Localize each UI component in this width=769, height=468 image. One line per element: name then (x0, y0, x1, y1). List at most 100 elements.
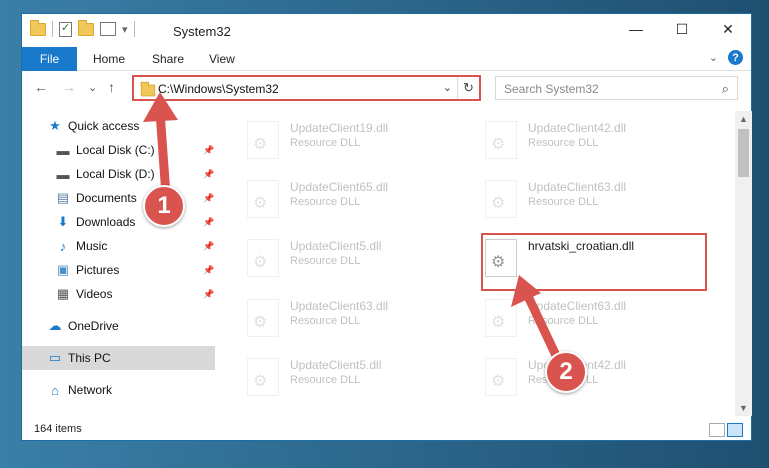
scroll-down-arrow-icon[interactable]: ▼ (735, 400, 752, 416)
qat-dropdown-icon[interactable]: ▾ (122, 23, 128, 36)
vertical-scrollbar[interactable]: ▲ ▼ (735, 111, 752, 416)
folder-icon (140, 81, 156, 97)
sidebar-item-quick-access[interactable]: ★ Quick access (22, 114, 215, 138)
pin-icon[interactable]: 📌 (203, 145, 214, 156)
music-icon: ♪ (59, 238, 67, 254)
folder-icon (30, 19, 46, 36)
sidebar-item-label: Downloads (76, 215, 136, 229)
navigation-pane: ★ Quick access ▬ Local Disk (C:) 📌 ▬ Loc… (22, 111, 215, 416)
scroll-thumb[interactable] (738, 129, 749, 177)
maximize-button[interactable]: ☐ (659, 14, 705, 44)
properties-check-icon[interactable] (59, 21, 72, 37)
pin-icon[interactable]: 📌 (203, 217, 214, 228)
sidebar-item-videos[interactable]: ▦ Videos 📌 (22, 282, 215, 306)
search-input[interactable]: Search System32 (504, 82, 599, 96)
pin-icon[interactable]: 📌 (203, 289, 214, 300)
scroll-up-arrow-icon[interactable]: ▲ (735, 111, 752, 127)
sidebar-item-local-disk-c[interactable]: ▬ Local Disk (C:) 📌 (22, 138, 215, 162)
back-button[interactable]: ← (34, 79, 48, 95)
videos-icon: ▦ (56, 286, 70, 301)
file-name: UpdateClient63.dll (528, 299, 627, 313)
pin-icon[interactable]: 📌 (203, 241, 214, 252)
documents-icon: ▤ (56, 190, 70, 205)
tab-share[interactable]: Share (152, 52, 184, 66)
file-item[interactable]: UpdateClient63.dll Resource DLL (237, 293, 457, 343)
file-type: Resource DLL (528, 196, 599, 208)
sidebar-item-label: Local Disk (D:) (76, 167, 155, 181)
file-type: Resource DLL (290, 374, 361, 386)
pictures-icon: ▣ (56, 262, 70, 277)
star-icon: ★ (49, 118, 61, 133)
expand-ribbon-icon[interactable]: ⌄ (709, 51, 718, 64)
pin-icon[interactable]: 📌 (203, 265, 214, 276)
title-bar: ▾ System32 — ☐ ✕ (22, 14, 751, 47)
status-bar: 164 items (22, 419, 751, 441)
tab-home[interactable]: Home (93, 52, 125, 66)
address-path[interactable]: C:\Windows\System32 (158, 82, 279, 96)
file-name: UpdateClient5.dll (290, 358, 382, 372)
dll-file-icon (485, 299, 517, 337)
drive-icon: ▬ (56, 142, 70, 158)
file-item[interactable]: UpdateClient19.dll Resource DLL (237, 115, 457, 165)
ribbon-tabs: File Home Share View ⌄ ? (22, 47, 751, 71)
window-title: System32 (173, 24, 231, 39)
large-icons-view-icon[interactable] (727, 423, 743, 437)
recent-locations-button[interactable]: ⌄ (88, 81, 97, 94)
sidebar-item-label: Documents (76, 191, 137, 205)
address-dropdown-icon[interactable]: ⌄ (443, 81, 452, 94)
help-icon[interactable]: ? (728, 50, 743, 65)
file-item[interactable]: UpdateClient65.dll Resource DLL (237, 174, 457, 224)
search-icon[interactable]: ⌕ (722, 81, 729, 97)
sidebar-item-onedrive[interactable]: ☁ OneDrive (22, 314, 215, 338)
dll-file-icon (247, 358, 279, 396)
up-button[interactable]: ↑ (108, 79, 115, 95)
file-item[interactable]: UpdateClient5.dll Resource DLL (237, 352, 457, 402)
window-controls: — ☐ ✕ (613, 14, 751, 44)
tab-file[interactable]: File (22, 47, 77, 71)
file-type: Resource DLL (528, 315, 599, 327)
pin-icon[interactable]: 📌 (203, 169, 214, 180)
item-count: 164 items (34, 423, 82, 435)
sidebar-item-this-pc[interactable]: ▭ This PC (22, 346, 215, 370)
pc-icon: ▭ (48, 350, 62, 365)
view-toggle (709, 423, 743, 437)
dll-file-icon (247, 299, 279, 337)
sidebar-item-documents[interactable]: ▤ Documents 📌 (22, 186, 215, 210)
file-item[interactable]: UpdateClient63.dll Resource DLL (475, 174, 695, 224)
sidebar-item-label: This PC (68, 351, 111, 365)
minimize-button[interactable]: — (613, 14, 659, 44)
file-name: UpdateClient5.dll (290, 239, 382, 253)
file-type: Resource DLL (290, 255, 361, 267)
sidebar-item-pictures[interactable]: ▣ Pictures 📌 (22, 258, 215, 282)
close-button[interactable]: ✕ (705, 14, 751, 44)
file-name: UpdateClient19.dll (290, 121, 389, 135)
sidebar-item-label: OneDrive (68, 319, 119, 333)
dll-file-icon (485, 358, 517, 396)
file-item[interactable]: UpdateClient5.dll Resource DLL (237, 233, 457, 283)
divider (52, 21, 53, 37)
address-bar[interactable]: C:\Windows\System32 ⌄ ↻ (132, 75, 481, 101)
file-name: UpdateClient65.dll (290, 180, 389, 194)
file-item[interactable]: UpdateClient42.dll Resource DLL (475, 115, 695, 165)
step-1-badge: 1 (143, 185, 185, 227)
pin-icon[interactable]: 📌 (203, 193, 214, 204)
cloud-icon: ☁ (48, 318, 62, 333)
refresh-button[interactable]: ↻ (457, 77, 479, 99)
file-explorer-window: ▾ System32 — ☐ ✕ File Home Share View ⌄ … (21, 13, 752, 441)
file-name: UpdateClient63.dll (290, 299, 389, 313)
sidebar-item-local-disk-d[interactable]: ▬ Local Disk (D:) 📌 (22, 162, 215, 186)
customize-toolbar-icon[interactable] (100, 22, 116, 36)
sidebar-item-downloads[interactable]: ⬇ Downloads 📌 (22, 210, 215, 234)
sidebar-item-label: Videos (76, 287, 113, 301)
sidebar-item-network[interactable]: ⌂ Network (22, 378, 215, 402)
sidebar-item-music[interactable]: ♪ Music 📌 (22, 234, 215, 258)
forward-button[interactable]: → (62, 79, 76, 95)
dll-file-icon (485, 180, 517, 218)
tab-view[interactable]: View (209, 52, 235, 66)
dll-file-icon (247, 180, 279, 218)
file-item[interactable]: UpdateClient63.dll Resource DLL (475, 293, 695, 343)
search-box[interactable]: Search System32 ⌕ (495, 76, 738, 100)
new-folder-icon[interactable] (78, 19, 94, 36)
sidebar-item-label: Quick access (68, 119, 140, 133)
details-view-icon[interactable] (709, 423, 725, 437)
